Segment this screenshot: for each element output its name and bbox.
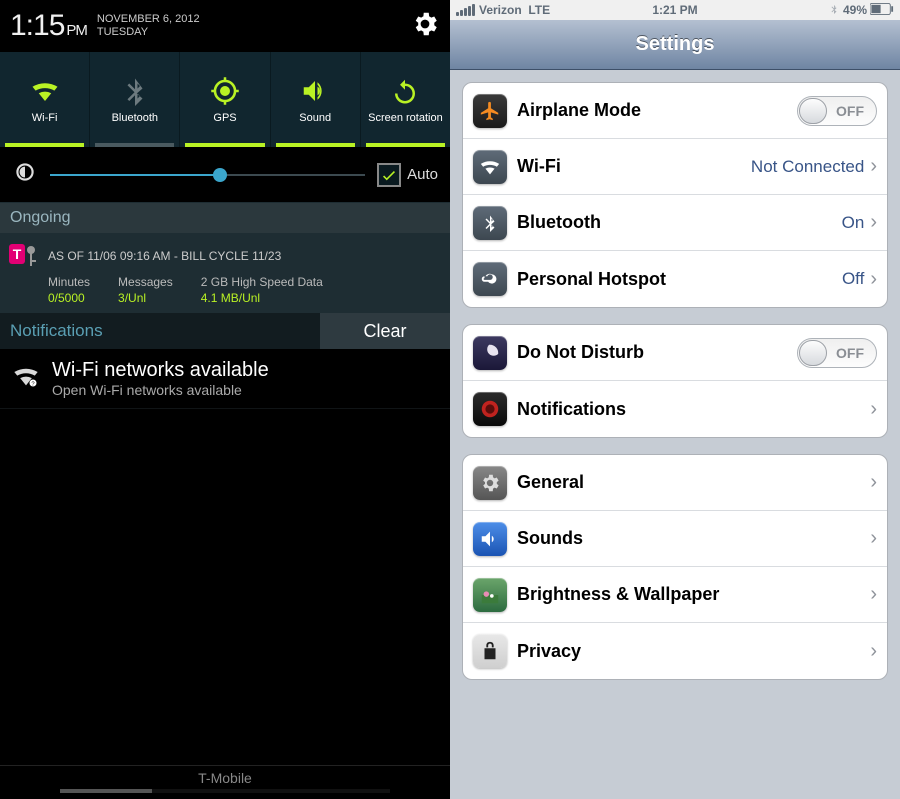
page-title: Settings xyxy=(636,33,715,56)
rotation-icon xyxy=(390,76,420,106)
brightness-row: Auto xyxy=(0,147,450,203)
row-notifications[interactable]: Notifications › xyxy=(463,381,887,437)
row-brightness[interactable]: Brightness & Wallpaper › xyxy=(463,567,887,623)
ongoing-header: Ongoing xyxy=(0,203,450,233)
wifi-open-icon: ? xyxy=(12,362,40,395)
airplane-toggle[interactable]: OFF xyxy=(797,96,877,126)
stat-data: 2 GB High Speed Data4.1 MB/Unl xyxy=(201,275,323,305)
row-airplane-mode[interactable]: Airplane Mode OFF xyxy=(463,83,887,139)
hotspot-icon xyxy=(473,262,507,296)
notification-subtitle: Open Wi-Fi networks available xyxy=(52,382,269,398)
tmobile-icon: T xyxy=(6,237,44,275)
dnd-icon xyxy=(473,336,507,370)
wifi-icon xyxy=(473,150,507,184)
android-notification-panel: 1:15PM NOVEMBER 6, 2012 TUESDAY Wi-Fi Bl… xyxy=(0,0,450,799)
notifications-icon xyxy=(473,392,507,426)
stat-minutes: Minutes0/5000 xyxy=(48,275,90,305)
row-sounds[interactable]: Sounds › xyxy=(463,511,887,567)
privacy-icon xyxy=(473,634,507,668)
settings-header: Settings xyxy=(450,20,900,70)
row-hotspot[interactable]: Personal Hotspot Off › xyxy=(463,251,887,307)
chevron-right-icon: › xyxy=(870,583,877,606)
toggle-gps[interactable]: GPS xyxy=(180,52,270,147)
dnd-toggle[interactable]: OFF xyxy=(797,338,877,368)
gps-icon xyxy=(210,76,240,106)
android-status-bar: 1:15PM NOVEMBER 6, 2012 TUESDAY xyxy=(0,0,450,52)
ios-status-bar: Verizon LTE 1:21 PM 49% xyxy=(450,0,900,20)
toggle-wifi[interactable]: Wi-Fi xyxy=(0,52,90,147)
stat-messages: Messages3/Unl xyxy=(118,275,173,305)
row-dnd[interactable]: Do Not Disturb OFF xyxy=(463,325,887,381)
network-type: LTE xyxy=(528,3,550,17)
settings-button[interactable] xyxy=(410,9,440,44)
status-time: 1:15PM xyxy=(10,9,87,43)
carrier-name: Verizon xyxy=(479,3,522,17)
airplane-icon xyxy=(473,94,507,128)
battery-icon xyxy=(870,3,894,18)
toggle-sound[interactable]: Sound xyxy=(271,52,361,147)
settings-group-1: Airplane Mode OFF Wi-Fi Not Connected › … xyxy=(462,82,888,308)
usage-title: AS OF 11/06 09:16 AM - BILL CYCLE 11/23 xyxy=(48,249,281,263)
bluetooth-icon xyxy=(473,206,507,240)
gear-icon xyxy=(410,9,440,39)
chevron-right-icon: › xyxy=(870,640,877,663)
brightness-icon xyxy=(12,159,38,190)
notification-item[interactable]: ? Wi-Fi networks available Open Wi-Fi ne… xyxy=(0,349,450,409)
row-privacy[interactable]: Privacy › xyxy=(463,623,887,679)
signal-icon xyxy=(456,4,475,16)
row-general[interactable]: General › xyxy=(463,455,887,511)
sounds-icon xyxy=(473,522,507,556)
carrier-footer: T-Mobile xyxy=(0,765,450,799)
svg-text:T: T xyxy=(13,246,22,262)
battery-percent: 49% xyxy=(843,3,867,17)
brightness-slider[interactable] xyxy=(50,165,365,185)
settings-group-2: Do Not Disturb OFF Notifications › xyxy=(462,324,888,438)
auto-brightness-checkbox[interactable]: Auto xyxy=(377,163,438,187)
chevron-right-icon: › xyxy=(870,527,877,550)
bluetooth-value: On xyxy=(842,213,865,233)
toggle-rotation[interactable]: Screen rotation xyxy=(361,52,450,147)
status-time: 1:21 PM xyxy=(652,3,697,17)
row-bluetooth[interactable]: Bluetooth On › xyxy=(463,195,887,251)
brightness-wallpaper-icon xyxy=(473,578,507,612)
hotspot-value: Off xyxy=(842,269,864,289)
notifications-header: Notifications xyxy=(0,313,320,349)
toggle-bluetooth[interactable]: Bluetooth xyxy=(90,52,180,147)
general-icon xyxy=(473,466,507,500)
chevron-right-icon: › xyxy=(870,268,877,291)
carrier-usage-card[interactable]: T AS OF 11/06 09:16 AM - BILL CYCLE 11/2… xyxy=(0,233,450,313)
bluetooth-icon xyxy=(120,76,150,106)
status-date: NOVEMBER 6, 2012 TUESDAY xyxy=(97,13,200,39)
bluetooth-status-icon xyxy=(829,3,839,18)
clear-button[interactable]: Clear xyxy=(320,313,450,349)
chevron-right-icon: › xyxy=(870,398,877,421)
wifi-icon xyxy=(30,76,60,106)
sound-icon xyxy=(300,76,330,106)
row-wifi[interactable]: Wi-Fi Not Connected › xyxy=(463,139,887,195)
chevron-right-icon: › xyxy=(870,211,877,234)
notification-title: Wi-Fi networks available xyxy=(52,359,269,382)
quick-toggles: Wi-Fi Bluetooth GPS Sound Screen rotatio… xyxy=(0,52,450,147)
chevron-right-icon: › xyxy=(870,471,877,494)
ios-settings: Verizon LTE 1:21 PM 49% Settings Airplan… xyxy=(450,0,900,799)
wifi-value: Not Connected xyxy=(751,157,864,177)
settings-group-3: General › Sounds › Brightness & Wallpape… xyxy=(462,454,888,680)
chevron-right-icon: › xyxy=(870,155,877,178)
